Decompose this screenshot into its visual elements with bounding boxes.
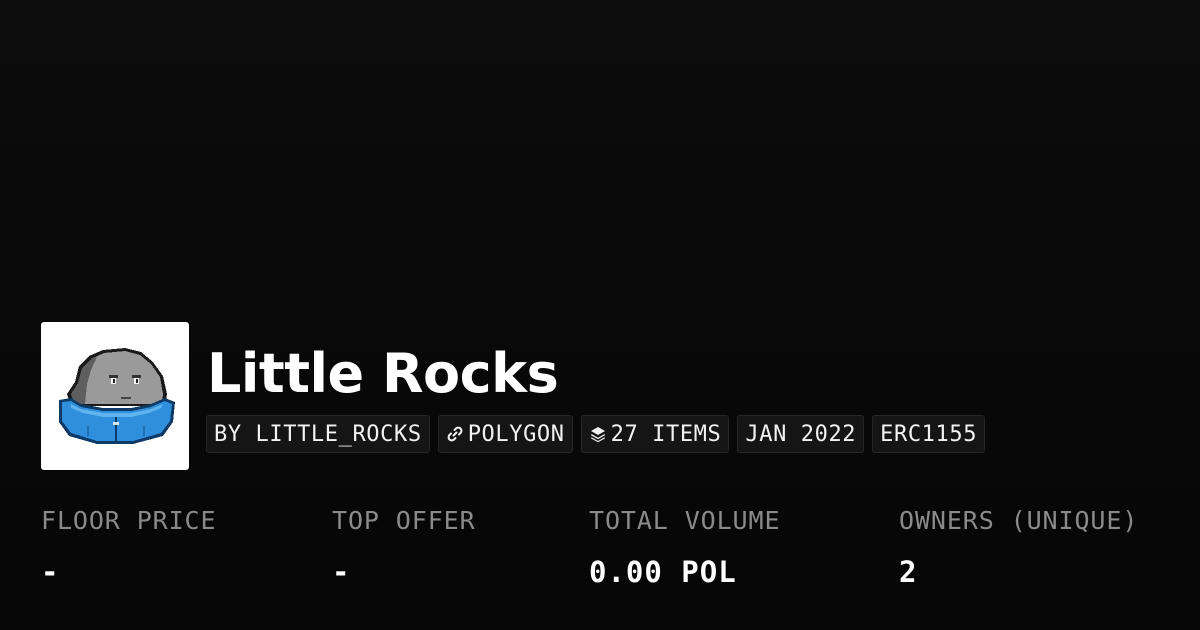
standard-chip: ERC1155 bbox=[872, 415, 986, 453]
owners-value: 2 bbox=[899, 555, 918, 589]
total-volume-value: 0.00 POL bbox=[589, 555, 737, 589]
collection-title: Little Rocks bbox=[207, 342, 559, 405]
floor-price-stat: FLOOR PRICE - bbox=[41, 504, 216, 590]
chain-label: POLYGON bbox=[467, 421, 565, 447]
date-chip: JAN 2022 bbox=[737, 415, 865, 453]
top-offer-value: - bbox=[332, 555, 351, 589]
standard-label: ERC1155 bbox=[880, 421, 978, 447]
top-offer-label: TOP OFFER bbox=[332, 506, 476, 535]
floor-price-value: - bbox=[41, 555, 60, 589]
date-label: JAN 2022 bbox=[745, 421, 857, 447]
link-icon bbox=[446, 425, 464, 443]
top-offer-stat: TOP OFFER - bbox=[332, 504, 476, 590]
owners-stat: OWNERS (UNIQUE) 2 bbox=[899, 504, 1138, 590]
creator-chip[interactable]: BY LITTLE_ROCKS bbox=[206, 415, 430, 453]
total-volume-stat: TOTAL VOLUME 0.00 POL bbox=[589, 504, 780, 590]
floor-price-label: FLOOR PRICE bbox=[41, 506, 217, 535]
items-chip[interactable]: 27 ITEMS bbox=[580, 415, 730, 453]
total-volume-label: TOTAL VOLUME bbox=[589, 506, 781, 535]
pixel-rock-in-blue-jacket-icon bbox=[59, 348, 175, 444]
collection-avatar bbox=[41, 322, 189, 470]
creator-label: BY LITTLE_ROCKS bbox=[214, 421, 422, 447]
chain-chip[interactable]: POLYGON bbox=[437, 415, 573, 453]
layers-icon bbox=[589, 425, 607, 443]
collection-meta-chips: BY LITTLE_ROCKS POLYGON 27 ITEMS JAN 202… bbox=[206, 415, 986, 453]
owners-label: OWNERS (UNIQUE) bbox=[899, 506, 1139, 535]
items-label: 27 ITEMS bbox=[610, 421, 722, 447]
